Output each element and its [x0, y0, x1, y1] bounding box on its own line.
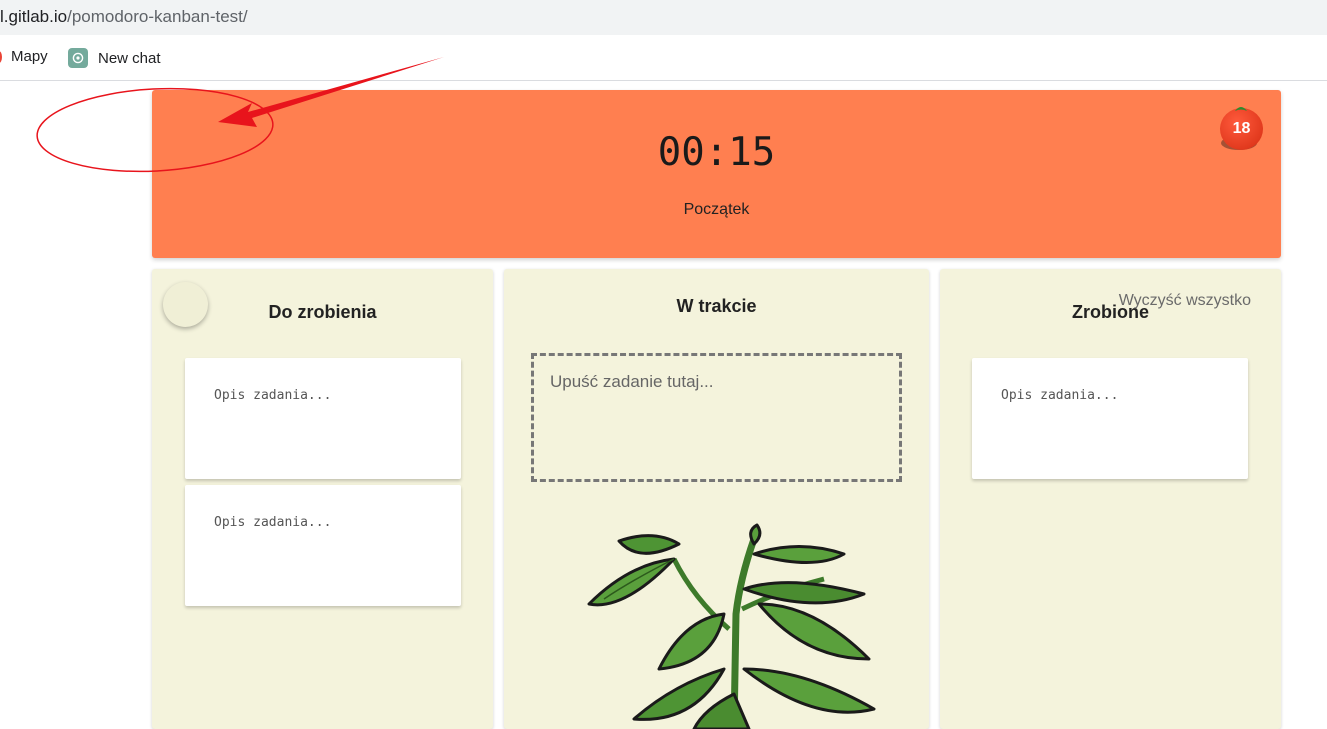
timer-status-label: Początek [683, 201, 750, 218]
tomato-stem-icon [1235, 107, 1247, 111]
url-host: l.gitlab.io [0, 7, 68, 26]
maps-pin-icon [0, 50, 2, 63]
bookmark-label: Mapy [11, 48, 48, 65]
column-title: Do zrobienia [268, 302, 377, 322]
column-in-progress: W trakcie Upuść zadanie tutaj... [504, 269, 929, 729]
chatgpt-icon [68, 48, 88, 68]
task-card[interactable]: Opis zadania... [972, 358, 1248, 479]
dropzone[interactable]: Upuść zadanie tutaj... [531, 353, 902, 482]
column-title: W trakcie [676, 296, 757, 316]
task-card[interactable]: Opis zadania... [185, 485, 461, 606]
column-todo: Do zrobienia Opis zadania... Opis zadani… [152, 269, 493, 729]
dropzone-text: Upuść zadanie tutaj... [550, 372, 714, 391]
address-bar[interactable]: l.gitlab.io/pomodoro-kanban-test/ [0, 0, 1327, 35]
task-description-input[interactable]: Opis zadania... [1001, 388, 1118, 403]
bookmark-label: New chat [98, 49, 161, 67]
task-card[interactable]: Opis zadania... [185, 358, 461, 479]
bookmark-mapy[interactable]: Mapy [0, 48, 48, 65]
plant-illustration [587, 523, 876, 729]
clear-all-button[interactable]: Wyczyść wszystko [1119, 292, 1251, 310]
url-text[interactable]: l.gitlab.io/pomodoro-kanban-test/ [0, 7, 248, 27]
task-description-input[interactable]: Opis zadania... [214, 515, 331, 530]
timer-panel[interactable]: 00:15 Początek 18 [152, 90, 1281, 258]
column-done: Zrobione Wyczyść wszystko Opis zadania..… [940, 269, 1281, 729]
bookmarks-bar: Mapy New chat [0, 35, 1327, 81]
url-path: /pomodoro-kanban-test/ [67, 7, 248, 26]
timer-display: 00:15 [657, 130, 776, 175]
bookmark-new-chat[interactable]: New chat [68, 48, 161, 68]
pomodoro-count: 18 [1232, 120, 1251, 137]
task-description-input[interactable]: Opis zadania... [214, 388, 331, 403]
pomodoro-counter: 18 [1219, 106, 1263, 150]
